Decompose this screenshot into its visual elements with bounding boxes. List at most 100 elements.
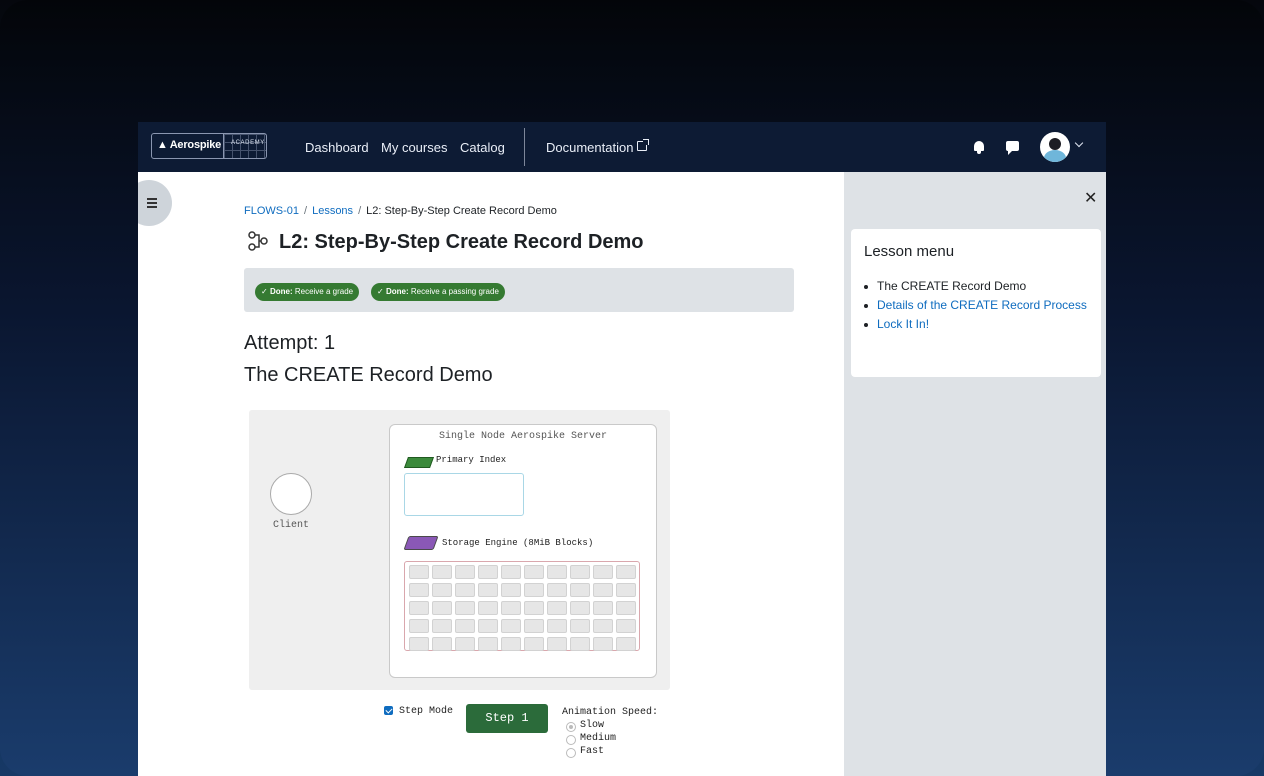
storage-block bbox=[570, 565, 590, 579]
logo-grid bbox=[224, 134, 266, 158]
storage-block bbox=[409, 619, 429, 633]
storage-block bbox=[593, 583, 613, 597]
animation-speed-label: Animation Speed: bbox=[562, 707, 659, 718]
storage-block bbox=[524, 637, 544, 651]
storage-block bbox=[593, 601, 613, 615]
speed-label-slow: Slow bbox=[580, 720, 605, 731]
screenshot-frame: ▲ Aerospike ACADEMY Dashboard My courses … bbox=[0, 0, 1264, 776]
storage-block bbox=[501, 565, 521, 579]
speed-label-medium: Medium bbox=[580, 733, 617, 744]
storage-block bbox=[478, 583, 498, 597]
storage-block bbox=[501, 583, 521, 597]
storage-block bbox=[570, 637, 590, 651]
external-link-icon bbox=[637, 139, 650, 151]
client-label: Client bbox=[273, 520, 310, 531]
storage-block bbox=[501, 637, 521, 651]
storage-block bbox=[501, 619, 521, 633]
breadcrumb-current: L2: Step-By-Step Create Record Demo bbox=[366, 205, 557, 217]
nav-divider bbox=[524, 128, 525, 166]
storage-block bbox=[593, 565, 613, 579]
storage-block bbox=[593, 619, 613, 633]
storage-engine-label: Storage Engine (8MiB Blocks) bbox=[442, 538, 594, 548]
page-title: L2: Step-By-Step Create Record Demo bbox=[279, 231, 644, 253]
bell-icon[interactable] bbox=[973, 140, 985, 154]
completion-badge: ✓ Done: Receive a passing grade bbox=[371, 283, 505, 301]
section-title: The CREATE Record Demo bbox=[244, 364, 493, 386]
chevron-down-icon[interactable] bbox=[1074, 138, 1084, 148]
nav-documentation[interactable]: Documentation bbox=[546, 139, 650, 155]
lesson-menu-list: The CREATE Record Demo Details of the CR… bbox=[864, 277, 1087, 334]
attempt-heading: Attempt: 1 bbox=[244, 332, 336, 354]
storage-block bbox=[570, 601, 590, 615]
breadcrumb-separator: / bbox=[304, 205, 308, 217]
storage-block bbox=[524, 619, 544, 633]
nav-my-courses[interactable]: My courses bbox=[381, 140, 447, 155]
storage-block bbox=[570, 619, 590, 633]
storage-block bbox=[524, 565, 544, 579]
right-drawer: ✕ Lesson menu The CREATE Record Demo Det… bbox=[844, 172, 1106, 776]
storage-block bbox=[409, 601, 429, 615]
storage-block bbox=[478, 637, 498, 651]
storage-block bbox=[432, 583, 452, 597]
speed-radio-fast[interactable] bbox=[566, 748, 576, 758]
storage-block bbox=[478, 619, 498, 633]
storage-block bbox=[478, 601, 498, 615]
storage-block bbox=[547, 637, 567, 651]
speed-label-fast: Fast bbox=[580, 746, 605, 757]
server-title: Single Node Aerospike Server bbox=[438, 431, 608, 442]
completion-badge: ✓ Done: Receive a grade bbox=[255, 283, 360, 301]
lesson-menu-item[interactable]: Lock It In! bbox=[864, 315, 1087, 334]
storage-block bbox=[616, 601, 636, 615]
nav-catalog[interactable]: Catalog bbox=[460, 140, 505, 155]
storage-block bbox=[455, 619, 475, 633]
breadcrumb-flows[interactable]: FLOWS-01 bbox=[244, 205, 299, 217]
badge-status: Done: bbox=[385, 287, 409, 296]
activity-completion: ✓ Done: Receive a grade ✓ Done: Receive … bbox=[244, 268, 794, 312]
badge-text: Receive a passing grade bbox=[410, 287, 499, 296]
speed-radio-slow[interactable] bbox=[566, 722, 576, 732]
logo-brand-text: Aerospike bbox=[169, 139, 222, 151]
top-navbar: ▲ Aerospike ACADEMY Dashboard My courses … bbox=[138, 122, 1106, 172]
avatar[interactable] bbox=[1040, 132, 1070, 162]
storage-block bbox=[455, 583, 475, 597]
logo-brand: ▲ Aerospike bbox=[157, 139, 221, 151]
rocket-icon: ▲ bbox=[157, 139, 168, 151]
lesson-menu-item[interactable]: Details of the CREATE Record Process bbox=[864, 296, 1087, 315]
breadcrumb-lessons[interactable]: Lessons bbox=[312, 205, 353, 217]
speed-radio-medium[interactable] bbox=[566, 735, 576, 745]
breadcrumb: FLOWS-01 / Lessons / L2: Step-By-Step Create… bbox=[244, 205, 557, 217]
lesson-menu-item: The CREATE Record Demo bbox=[864, 277, 1087, 296]
server-box: Single Node Aerospike Server Primary Ind… bbox=[389, 424, 657, 678]
lesson-flow-icon bbox=[248, 231, 268, 251]
storage-block bbox=[409, 583, 429, 597]
ssd-icon bbox=[403, 536, 439, 550]
step-button[interactable]: Step 1 bbox=[466, 704, 548, 733]
chat-icon[interactable] bbox=[1006, 141, 1019, 155]
storage-block bbox=[432, 565, 452, 579]
storage-block bbox=[409, 565, 429, 579]
storage-block bbox=[547, 601, 567, 615]
client-node bbox=[270, 473, 312, 515]
storage-block bbox=[432, 601, 452, 615]
course-index-toggle[interactable] bbox=[138, 180, 172, 226]
storage-block bbox=[501, 601, 521, 615]
ram-icon bbox=[403, 457, 435, 468]
step-mode-label: Step Mode bbox=[399, 706, 454, 717]
nav-dashboard[interactable]: Dashboard bbox=[305, 140, 369, 155]
storage-block bbox=[455, 565, 475, 579]
storage-block bbox=[455, 637, 475, 651]
storage-block bbox=[547, 619, 567, 633]
storage-block bbox=[478, 565, 498, 579]
storage-block bbox=[616, 565, 636, 579]
storage-block bbox=[616, 583, 636, 597]
list-icon bbox=[147, 198, 157, 210]
lesson-menu-title: Lesson menu bbox=[864, 243, 955, 260]
step-mode-checkbox[interactable] bbox=[384, 706, 393, 715]
close-icon[interactable]: ✕ bbox=[1084, 188, 1097, 208]
aerospike-academy-logo[interactable]: ▲ Aerospike ACADEMY bbox=[151, 133, 267, 159]
storage-block bbox=[432, 619, 452, 633]
lesson-menu-card: Lesson menu The CREATE Record Demo Detai… bbox=[851, 229, 1101, 377]
storage-block bbox=[547, 583, 567, 597]
logo-subtitle: ACADEMY bbox=[231, 140, 265, 146]
storage-block bbox=[455, 601, 475, 615]
